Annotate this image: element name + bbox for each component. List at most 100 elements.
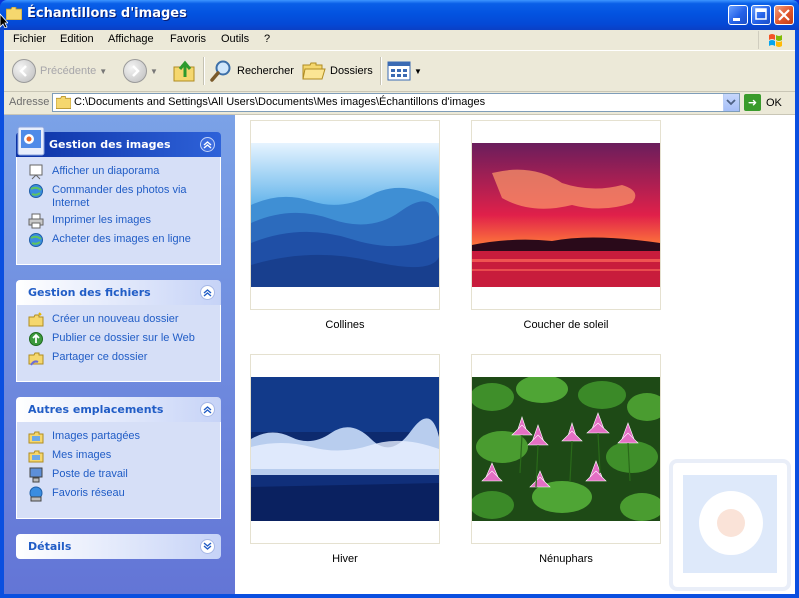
file-name: Coucher de soleil (523, 319, 609, 331)
menu-help[interactable]: ? (264, 33, 270, 45)
task-order-prints[interactable]: Commander des photos via Internet (17, 182, 220, 212)
collapse-icon[interactable] (200, 285, 215, 300)
folders-button[interactable]: Dossiers (302, 55, 373, 87)
chevron-down-icon (726, 99, 736, 106)
hills-image (251, 143, 439, 287)
address-input[interactable]: C:\Documents and Settings\All Users\Docu… (52, 93, 740, 112)
thumbnail[interactable] (471, 120, 661, 310)
task-new-folder[interactable]: Créer un nouveau dossier (17, 311, 220, 330)
network-icon (29, 486, 43, 502)
panel-file-tasks: Gestion des fichiers Créer un nouveau do… (16, 280, 221, 382)
folder-icon (56, 96, 71, 109)
panel-other-places: Autres emplacements Images partagées Mes… (16, 397, 221, 519)
toolbar-separator (203, 57, 205, 85)
place-network[interactable]: Favoris réseau (17, 485, 220, 504)
my-pictures-icon (28, 450, 44, 463)
panel-body: Créer un nouveau dossier Publier ce doss… (16, 305, 221, 382)
address-path: C:\Documents and Settings\All Users\Docu… (74, 96, 486, 108)
window-title: Échantillons d'images (27, 6, 187, 21)
go-arrow-icon: ➜ (744, 94, 761, 111)
views-button[interactable]: ▼ (387, 55, 422, 87)
forward-button[interactable]: ▼ (123, 55, 158, 87)
panel-header[interactable]: Gestion des images (16, 126, 221, 157)
menu-edit[interactable]: Edition (60, 33, 94, 45)
panel-image-tasks: Gestion des images Afficher un diaporama… (16, 126, 221, 265)
pictures-watermark-icon (669, 459, 791, 591)
forward-arrow-icon (123, 59, 147, 83)
slideshow-icon (29, 164, 43, 180)
shared-pictures-icon (28, 431, 44, 444)
panel-header[interactable]: Autres emplacements (16, 397, 221, 422)
collapse-icon[interactable] (200, 137, 215, 152)
place-my-computer[interactable]: Poste de travail (17, 466, 220, 485)
task-buy-images[interactable]: Acheter des images en ligne (17, 231, 220, 250)
file-name: Nénuphars (539, 553, 593, 565)
folders-icon (302, 62, 326, 80)
address-dropdown-button[interactable] (723, 94, 739, 111)
panel-title: Autres emplacements (28, 403, 164, 416)
panel-title: Détails (28, 540, 72, 553)
window-border-bottom (0, 594, 799, 598)
file-view[interactable]: Collines Coucher de soleil Hiver Nénupha… (235, 115, 795, 594)
minimize-button[interactable] (728, 5, 748, 25)
collapse-icon[interactable] (200, 402, 215, 417)
close-button[interactable] (774, 5, 794, 25)
back-button[interactable]: Précédente ▼ (12, 55, 107, 87)
back-label: Précédente (40, 65, 97, 77)
toolbar-separator (380, 57, 382, 85)
folders-label: Dossiers (330, 65, 373, 77)
winter-image (251, 377, 439, 521)
expand-icon[interactable] (200, 539, 215, 554)
views-dropdown-icon[interactable]: ▼ (414, 67, 422, 76)
globe-icon (29, 184, 43, 198)
computer-icon (29, 467, 43, 483)
task-pane: Gestion des images Afficher un diaporama… (4, 115, 235, 594)
minimize-icon (733, 18, 740, 21)
menu-bar: Fichier Edition Affichage Favoris Outils… (4, 30, 795, 51)
task-slideshow[interactable]: Afficher un diaporama (17, 163, 220, 182)
water-lilies-image (472, 377, 660, 521)
file-item[interactable]: Nénuphars (471, 354, 661, 565)
back-arrow-icon (12, 59, 36, 83)
search-button[interactable]: Rechercher (209, 55, 294, 87)
menu-view[interactable]: Affichage (108, 33, 154, 45)
file-item[interactable]: Collines (250, 120, 440, 331)
search-label: Rechercher (237, 65, 294, 77)
menu-tools[interactable]: Outils (221, 33, 249, 45)
file-name: Hiver (332, 553, 358, 565)
sunset-image (472, 143, 660, 287)
thumbnail[interactable] (250, 120, 440, 310)
menu-file[interactable]: Fichier (13, 33, 46, 45)
panel-body: Afficher un diaporama Commander des phot… (16, 157, 221, 265)
forward-dropdown-icon[interactable]: ▼ (150, 67, 158, 76)
task-print-images[interactable]: Imprimer les images (17, 212, 220, 231)
up-folder-icon (173, 60, 195, 82)
panel-header[interactable]: Gestion des fichiers (16, 280, 221, 305)
thumbnail[interactable] (471, 354, 661, 544)
place-my-pictures[interactable]: Mes images (17, 447, 220, 466)
file-item[interactable]: Coucher de soleil (471, 120, 661, 331)
go-label: OK (766, 96, 782, 109)
address-bar: Adresse C:\Documents and Settings\All Us… (4, 92, 795, 115)
thumbnail[interactable] (250, 354, 440, 544)
place-shared-pictures[interactable]: Images partagées (17, 428, 220, 447)
publish-web-icon (29, 332, 43, 346)
title-bar[interactable]: Échantillons d'images (0, 0, 799, 30)
windows-logo (758, 31, 793, 49)
task-share-folder[interactable]: Partager ce dossier (17, 349, 220, 368)
back-dropdown-icon[interactable]: ▼ (99, 67, 107, 76)
toolbar: Précédente ▼ ▼ Rechercher Dossiers ▼ (4, 51, 795, 92)
menu-favorites[interactable]: Favoris (170, 33, 206, 45)
panel-header[interactable]: Détails (16, 534, 221, 559)
globe-icon (29, 233, 43, 247)
file-item[interactable]: Hiver (250, 354, 440, 565)
share-folder-icon (28, 352, 44, 366)
maximize-button[interactable] (751, 5, 771, 25)
printer-icon (28, 213, 44, 229)
task-publish-web[interactable]: Publier ce dossier sur le Web (17, 330, 220, 349)
panel-title: Gestion des images (49, 138, 171, 151)
up-folder-button[interactable] (172, 55, 198, 87)
go-button[interactable]: ➜ OK (744, 93, 794, 112)
panel-body: Images partagées Mes images Poste de tra… (16, 422, 221, 519)
file-name: Collines (325, 319, 365, 331)
